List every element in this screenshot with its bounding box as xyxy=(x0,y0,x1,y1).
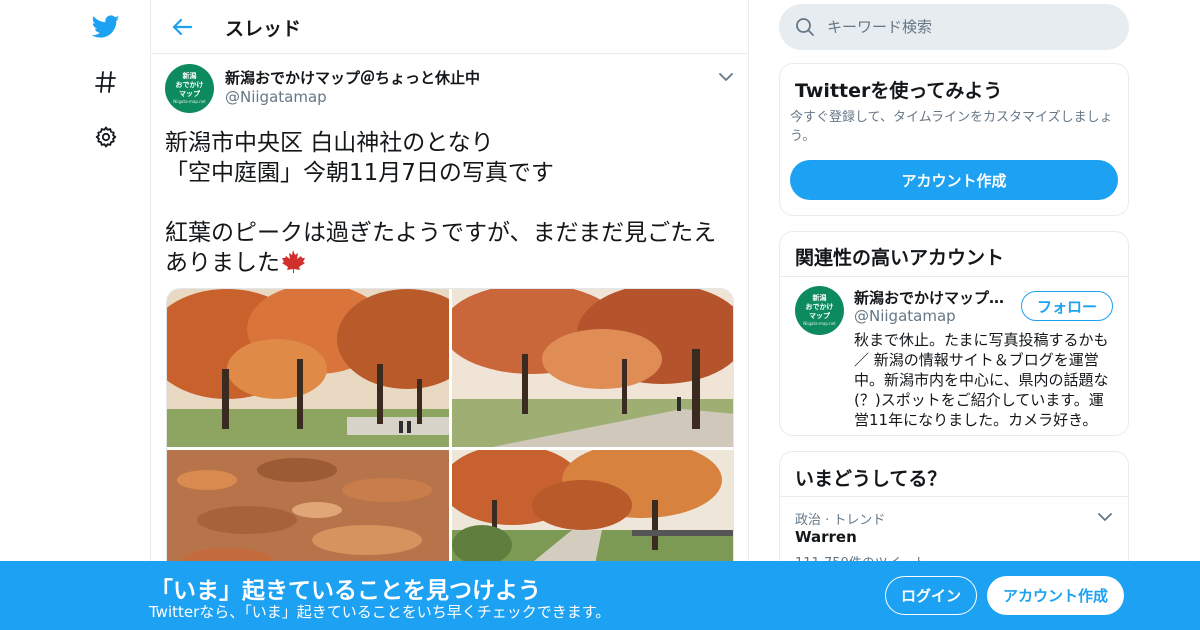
banner-title: 「いま」起きていることを見つけよう xyxy=(150,578,541,604)
avatar-label-line-1: 新潟 xyxy=(812,294,827,302)
related-account-name[interactable]: 新潟おでかけマップ… xyxy=(854,287,1014,308)
avatar-label-line-3: マップ xyxy=(179,90,200,98)
thread-column: スレッド 新潟 おでかけ マップ Niigata-map.net 新潟おでかけマ… xyxy=(150,0,749,630)
follow-button[interactable]: フォロー xyxy=(1021,291,1113,321)
signup-card: Twitterを使ってみよう 今すぐ登録して、タイムラインをカスタマイズしましょ… xyxy=(779,63,1129,216)
banner-subtitle: Twitterなら、「いま」起きていることをいち早くチェックできます。 xyxy=(149,603,611,621)
tweet-photo[interactable] xyxy=(452,450,733,577)
tweet-text: 新潟市中央区 白山神社のとなり 「空中庭園」今朝11月7日の写真です 紅葉のピー… xyxy=(165,128,735,281)
media-grid xyxy=(166,288,734,578)
page-title: スレッド xyxy=(225,18,302,40)
avatar-label-line-1: 新潟 xyxy=(182,72,197,80)
related-account-bio: 秋まで休止。たまに写真投稿するかも ／ 新潟の情報サイト＆ブログを運営中。新潟市… xyxy=(854,331,1109,429)
banner-signup-button[interactable]: アカウント作成 xyxy=(987,576,1124,615)
author-name[interactable]: 新潟おでかけマップ＠ちょっと休止中 xyxy=(225,67,480,88)
hashtag-icon[interactable] xyxy=(92,68,120,96)
avatar-label-line-2: おでかけ xyxy=(175,81,204,89)
login-button[interactable]: ログイン xyxy=(885,576,977,615)
tweet-photo[interactable] xyxy=(452,289,733,447)
create-account-button[interactable]: アカウント作成 xyxy=(790,160,1118,200)
search-box[interactable] xyxy=(779,4,1129,50)
signup-card-desc: 今すぐ登録して、タイムラインをカスタマイズしましょう。 xyxy=(790,110,1113,144)
avatar-label-url: Niigata-map.net xyxy=(173,99,206,104)
related-accounts-card: 関連性の高いアカウント 新潟 おでかけ マップ Niigata-map.net … xyxy=(779,231,1129,436)
back-arrow-icon[interactable] xyxy=(169,14,195,40)
avatar-label-line-3: マップ xyxy=(809,312,830,320)
search-input[interactable] xyxy=(827,12,1117,42)
related-account-handle[interactable]: @Niigatamap xyxy=(854,307,956,325)
tweet-photo[interactable] xyxy=(167,289,449,447)
maple-leaf-icon xyxy=(280,249,306,281)
divider xyxy=(780,276,1128,277)
signup-card-title: Twitterを使ってみよう xyxy=(795,80,1003,102)
tweet-photo[interactable] xyxy=(167,450,449,577)
search-icon xyxy=(796,18,814,36)
avatar[interactable]: 新潟 おでかけ マップ Niigata-map.net xyxy=(795,286,844,335)
divider xyxy=(780,496,1128,497)
trends-title: いまどうしてる？ xyxy=(795,468,947,490)
author-handle[interactable]: @Niigatamap xyxy=(225,88,327,106)
related-accounts-title: 関連性の高いアカウント xyxy=(795,247,1005,269)
trend-name[interactable]: Warren xyxy=(795,528,857,546)
twitter-bird-icon[interactable] xyxy=(92,13,120,41)
signup-banner: 「いま」起きていることを見つけよう Twitterなら、「いま」起きていることを… xyxy=(0,561,1200,630)
left-nav xyxy=(80,0,130,630)
chevron-down-icon[interactable] xyxy=(717,68,735,86)
avatar-label-url: Niigata-map.net xyxy=(803,321,836,326)
trend-meta: 政治 · トレンド xyxy=(795,513,886,528)
chevron-down-icon[interactable] xyxy=(1096,508,1114,526)
tweet-text-body: 新潟市中央区 白山神社のとなり 「空中庭園」今朝11月7日の写真です 紅葉のピー… xyxy=(165,130,717,276)
avatar[interactable]: 新潟 おでかけ マップ Niigata-map.net xyxy=(165,64,214,113)
thread-header: スレッド xyxy=(151,0,748,54)
avatar-label-line-2: おでかけ xyxy=(805,303,834,311)
gear-icon[interactable] xyxy=(92,123,120,151)
twitter-thread-page: スレッド 新潟 おでかけ マップ Niigata-map.net 新潟おでかけマ… xyxy=(0,0,1200,630)
